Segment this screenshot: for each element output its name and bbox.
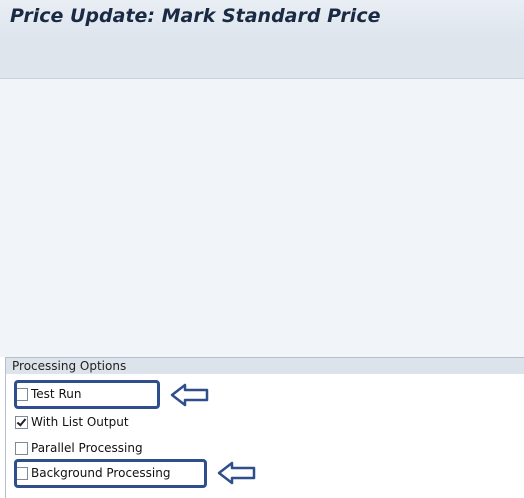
- processing-options-header: Processing Options: [5, 357, 524, 375]
- selection-area: [0, 79, 524, 357]
- with-list-output-checkbox[interactable]: [15, 415, 28, 429]
- processing-options-title: Processing Options: [12, 359, 127, 373]
- page-title: Price Update: Mark Standard Price: [10, 5, 381, 27]
- left-arrow-icon: [217, 461, 256, 485]
- screen: Price Update: Mark Standard Price Proces…: [0, 0, 524, 498]
- parallel-processing-checkbox[interactable]: [15, 441, 28, 455]
- left-arrow-icon: [170, 383, 209, 407]
- application-toolbar: [0, 38, 524, 79]
- parallel-processing-label: Parallel Processing: [31, 441, 143, 455]
- with-list-output-option[interactable]: With List Output: [15, 415, 129, 429]
- test-run-highlight: [14, 380, 160, 409]
- with-list-output-label: With List Output: [31, 415, 129, 429]
- background-processing-highlight: [14, 459, 207, 488]
- title-bar: Price Update: Mark Standard Price: [0, 0, 524, 38]
- parallel-processing-option[interactable]: Parallel Processing: [15, 441, 143, 455]
